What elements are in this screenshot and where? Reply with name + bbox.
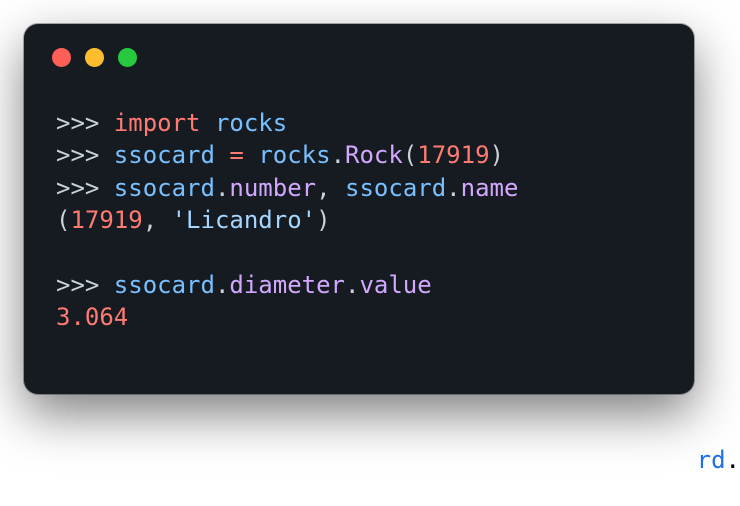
constructor: Rock: [345, 141, 403, 169]
attribute: value: [359, 271, 431, 299]
comma: ,: [316, 174, 345, 202]
attribute: name: [461, 174, 519, 202]
background-code-fragment: rd.: [697, 446, 740, 474]
paren-close: ): [316, 206, 330, 234]
window-titlebar: [24, 24, 694, 77]
dot: .: [331, 141, 345, 169]
variable: ssocard: [345, 174, 446, 202]
minimize-icon[interactable]: [85, 48, 104, 67]
dot: .: [345, 271, 359, 299]
terminal-window: >>> import rocks >>> ssocard = rocks.Roc…: [24, 24, 694, 394]
variable: ssocard: [114, 271, 215, 299]
output-number: 17919: [70, 206, 142, 234]
code-area: >>> import rocks >>> ssocard = rocks.Roc…: [24, 77, 694, 334]
dot: .: [215, 271, 229, 299]
repl-prompt: >>>: [56, 109, 114, 137]
variable: ssocard: [114, 141, 215, 169]
attribute: number: [229, 174, 316, 202]
close-icon[interactable]: [52, 48, 71, 67]
bg-dot: .: [726, 446, 740, 474]
module-name: rocks: [215, 109, 287, 137]
output-string: 'Licandro': [172, 206, 317, 234]
paren-close: ): [490, 141, 504, 169]
maximize-icon[interactable]: [118, 48, 137, 67]
bg-ident: rd: [697, 446, 726, 474]
object: rocks: [258, 141, 330, 169]
attribute: diameter: [229, 271, 345, 299]
operator-eq: =: [215, 141, 258, 169]
paren-open: (: [403, 141, 417, 169]
keyword-import: import: [114, 109, 201, 137]
repl-prompt: >>>: [56, 141, 114, 169]
number-arg: 17919: [417, 141, 489, 169]
dot: .: [215, 174, 229, 202]
repl-prompt: >>>: [56, 174, 114, 202]
output-number: 3.064: [56, 303, 128, 331]
paren-open: (: [56, 206, 70, 234]
variable: ssocard: [114, 174, 215, 202]
comma: ,: [143, 206, 172, 234]
dot: .: [446, 174, 460, 202]
repl-prompt: >>>: [56, 271, 114, 299]
